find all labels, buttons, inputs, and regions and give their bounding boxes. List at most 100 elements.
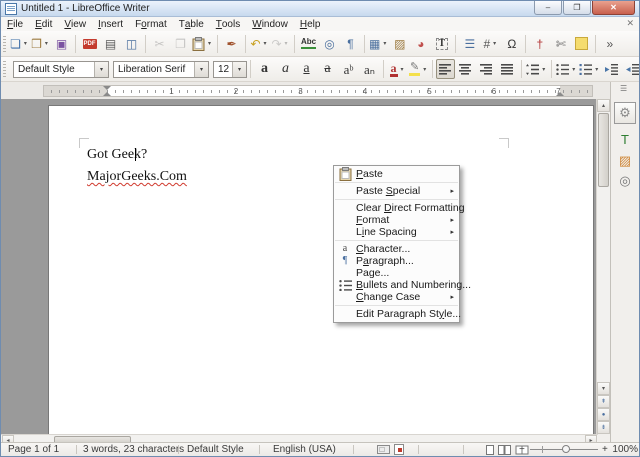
zoom-slider-thumb[interactable] xyxy=(562,445,570,453)
align-center-button[interactable] xyxy=(455,59,476,79)
paste-button[interactable]: ▾ xyxy=(191,34,214,54)
sidebar-tab-properties[interactable]: ⚙ xyxy=(614,102,636,124)
print-button[interactable]: ▤ xyxy=(100,34,121,54)
minimize-button[interactable]: – xyxy=(534,1,562,15)
horizontal-ruler[interactable]: 1234567 xyxy=(43,85,593,97)
menu-view[interactable]: View xyxy=(58,17,92,31)
sidebar-tab-navigator[interactable]: ◎ xyxy=(614,170,636,192)
context-menu-item-character[interactable]: aCharacter... xyxy=(334,243,459,255)
insert-field-button[interactable]: #▾ xyxy=(480,34,501,54)
insert-comment-button[interactable] xyxy=(571,34,592,54)
dropdown-arrow-icon[interactable]: ▾ xyxy=(593,66,600,73)
restore-button[interactable]: ❐ xyxy=(563,1,591,15)
formatting-marks-button[interactable]: ¶ xyxy=(340,34,361,54)
dropdown-arrow-icon[interactable]: ▾ xyxy=(22,40,29,47)
menu-insert[interactable]: Insert xyxy=(92,17,129,31)
document-modified-icon[interactable] xyxy=(394,444,404,455)
dropdown-arrow-icon[interactable]: ▾ xyxy=(540,66,547,73)
context-menu-item-paste-special[interactable]: Paste Special▸ xyxy=(334,185,459,197)
export-pdf-button[interactable]: PDF xyxy=(79,34,100,54)
toolbar-grip[interactable] xyxy=(3,61,6,77)
left-indent-marker[interactable] xyxy=(103,92,111,96)
undo-button[interactable]: ↶▾ xyxy=(249,34,270,54)
line-spacing-button[interactable]: ▾ xyxy=(525,59,548,79)
multi-page-view-icon[interactable] xyxy=(498,445,511,455)
copy-button[interactable]: ❐ xyxy=(170,34,191,54)
text-language[interactable]: English (USA) xyxy=(273,443,336,456)
context-menu-item-paste[interactable]: Paste xyxy=(334,168,459,180)
context-menu-item-line-spacing[interactable]: Line Spacing▸ xyxy=(334,226,459,238)
font-size-combo[interactable]: 12 ▾ xyxy=(213,61,247,78)
close-document-icon[interactable]: ✕ xyxy=(626,19,634,28)
insert-image-button[interactable]: ▨ xyxy=(389,34,410,54)
menu-tools[interactable]: Tools xyxy=(210,17,246,31)
context-menu-item-clear-direct-formatting[interactable]: Clear Direct Formatting xyxy=(334,202,459,214)
dropdown-arrow-icon[interactable]: ▾ xyxy=(262,40,269,47)
context-menu-item-change-case[interactable]: Change Case▸ xyxy=(334,291,459,303)
menu-file[interactable]: File xyxy=(1,17,29,31)
vertical-scrollbar-thumb[interactable] xyxy=(598,113,609,187)
dropdown-arrow-icon[interactable]: ▾ xyxy=(43,40,50,47)
print-preview-button[interactable]: ◫ xyxy=(121,34,142,54)
dropdown-arrow-icon[interactable]: ▾ xyxy=(283,40,290,47)
menu-help[interactable]: Help xyxy=(294,17,327,31)
font-name-combo[interactable]: Liberation Serif ▾ xyxy=(113,61,209,78)
dropdown-arrow-icon[interactable]: ▾ xyxy=(570,66,577,73)
spelling-button[interactable]: Abc xyxy=(298,34,319,54)
superscript-button[interactable]: aᵇ xyxy=(338,59,359,79)
zoom-in-button[interactable]: + xyxy=(602,443,608,456)
document-area[interactable]: Got Geek? MajorGeeks.Com xyxy=(1,99,598,434)
font-color-button[interactable]: a▾ xyxy=(387,59,408,79)
next-page-button[interactable]: ⇟ xyxy=(597,421,610,434)
selection-mode-icon[interactable] xyxy=(377,445,390,454)
page-style[interactable]: Default Style xyxy=(187,443,244,456)
highlighting-button[interactable]: ✎▾ xyxy=(408,59,429,79)
context-menu-item-edit-paragraph-style[interactable]: Edit Paragraph Style... xyxy=(334,308,459,320)
insert-page-break-button[interactable]: ☰ xyxy=(459,34,480,54)
navigate-by-button[interactable]: ● xyxy=(597,408,610,421)
strikethrough-button[interactable]: a xyxy=(317,59,338,79)
scroll-up-button[interactable]: ▴ xyxy=(597,99,610,112)
dropdown-arrow-icon[interactable]: ▾ xyxy=(381,40,388,47)
toolbar-overflow-button[interactable]: » xyxy=(599,34,620,54)
zoom-percent[interactable]: 100% xyxy=(611,443,638,456)
context-menu-item-page[interactable]: Page... xyxy=(334,267,459,279)
toolbar-grip[interactable] xyxy=(3,36,6,52)
bold-button[interactable]: a xyxy=(254,59,275,79)
dropdown-arrow-icon[interactable]: ▾ xyxy=(491,40,498,47)
sidebar-settings-icon[interactable]: ☰ xyxy=(620,85,627,93)
first-line-indent-marker[interactable] xyxy=(103,86,111,90)
decrease-indent-button[interactable] xyxy=(622,59,639,79)
find-replace-button[interactable]: ◎ xyxy=(319,34,340,54)
bullets-list-button[interactable]: ▾ xyxy=(555,59,578,79)
insert-chart-button[interactable]: ◕ xyxy=(410,34,431,54)
clone-formatting-button[interactable]: ✒ xyxy=(221,34,242,54)
insert-text-box-button[interactable]: T xyxy=(431,34,452,54)
sidebar-tab-gallery[interactable]: ▨ xyxy=(614,150,636,172)
dropdown-arrow-icon[interactable]: ▾ xyxy=(206,40,213,47)
chevron-down-icon[interactable]: ▾ xyxy=(232,62,246,77)
align-left-button[interactable] xyxy=(436,59,455,79)
dropdown-arrow-icon[interactable]: ▾ xyxy=(421,66,428,73)
open-button[interactable]: ❒▾ xyxy=(30,34,51,54)
word-count[interactable]: 3 words, 23 characters xyxy=(83,443,184,456)
save-button[interactable]: ▣ xyxy=(51,34,72,54)
insert-special-character-button[interactable]: Ω xyxy=(501,34,522,54)
insert-table-button[interactable]: ▦▾ xyxy=(368,34,389,54)
insert-cross-reference-button[interactable]: ✄ xyxy=(550,34,571,54)
cut-button[interactable]: ✂ xyxy=(149,34,170,54)
menu-table[interactable]: Table xyxy=(173,17,210,31)
italic-button[interactable]: a xyxy=(275,59,296,79)
chevron-down-icon[interactable]: ▾ xyxy=(194,62,208,77)
sidebar-tab-styles[interactable]: T xyxy=(614,128,636,150)
title-bar[interactable]: Untitled 1 - LibreOffice Writer – ❐ ✕ xyxy=(1,1,639,17)
menu-format[interactable]: Format xyxy=(129,17,173,31)
chevron-down-icon[interactable]: ▾ xyxy=(94,62,108,77)
align-right-button[interactable] xyxy=(476,59,497,79)
underline-button[interactable]: a xyxy=(296,59,317,79)
new-document-button[interactable]: ❏▾ xyxy=(9,34,30,54)
context-menu-item-paragraph[interactable]: ¶Paragraph... xyxy=(334,255,459,267)
subscript-button[interactable]: aₙ xyxy=(359,59,380,79)
paragraph-style-combo[interactable]: Default Style ▾ xyxy=(13,61,109,78)
justify-button[interactable] xyxy=(497,59,518,79)
